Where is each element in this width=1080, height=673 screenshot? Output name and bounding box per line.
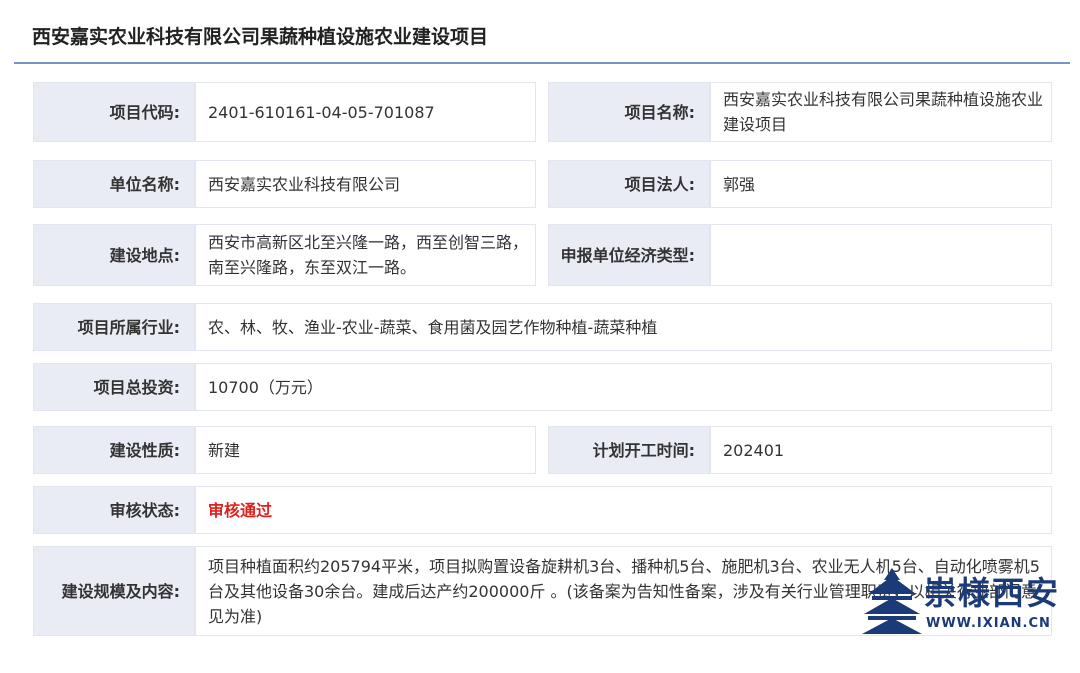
project-code-label: 项目代码: xyxy=(33,82,195,142)
nature-label: 建设性质: xyxy=(33,426,195,474)
unit-name-label: 单位名称: xyxy=(33,160,195,208)
watermark-text: 崇様西安 xyxy=(924,574,1061,612)
project-info-card: 西安嘉实农业科技有限公司果蔬种植设施农业建设项目 项目代码: 2401-6101… xyxy=(0,0,1080,673)
legal-person-label: 项目法人: xyxy=(548,160,710,208)
economic-type-value xyxy=(710,224,1052,286)
scale-label: 建设规模及内容: xyxy=(33,546,195,636)
review-status-label: 审核状态: xyxy=(33,486,195,534)
project-name-label: 项目名称: xyxy=(548,82,710,142)
location-value: 西安市高新区北至兴隆一路，西至创智三路，南至兴隆路，东至双江一路。 xyxy=(195,224,536,286)
investment-value: 10700（万元） xyxy=(195,363,1052,411)
industry-value: 农、林、牧、渔业-农业-蔬菜、食用菌及园艺作物种植-蔬菜种植 xyxy=(195,303,1052,351)
watermark-logo: 崇様西安 WWW.IXIAN.CN xyxy=(862,566,1062,638)
investment-label: 项目总投资: xyxy=(33,363,195,411)
nature-value: 新建 xyxy=(195,426,536,474)
pagoda-icon xyxy=(862,568,922,634)
location-label: 建设地点: xyxy=(33,224,195,286)
unit-name-value: 西安嘉实农业科技有限公司 xyxy=(195,160,536,208)
page-title: 西安嘉实农业科技有限公司果蔬种植设施农业建设项目 xyxy=(32,26,489,48)
project-code-value: 2401-610161-04-05-701087 xyxy=(195,82,536,142)
title-bar: 西安嘉实农业科技有限公司果蔬种植设施农业建设项目 xyxy=(14,0,1070,64)
legal-person-value: 郭强 xyxy=(710,160,1052,208)
review-status-value: 审核通过 xyxy=(195,486,1052,534)
start-time-value: 202401 xyxy=(710,426,1052,474)
economic-type-label: 申报单位经济类型: xyxy=(548,224,710,286)
start-time-label: 计划开工时间: xyxy=(548,426,710,474)
project-name-value: 西安嘉实农业科技有限公司果蔬种植设施农业建设项目 xyxy=(710,82,1052,142)
watermark-url: WWW.IXIAN.CN xyxy=(926,616,1051,631)
industry-label: 项目所属行业: xyxy=(33,303,195,351)
